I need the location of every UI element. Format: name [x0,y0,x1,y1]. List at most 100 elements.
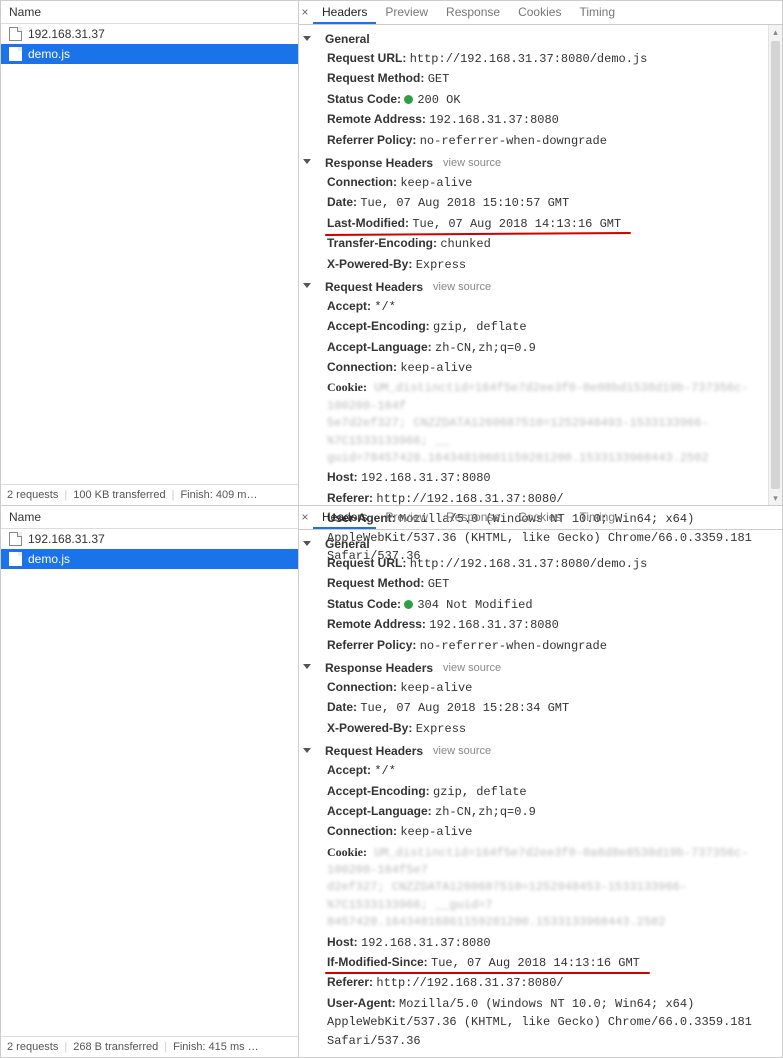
kv-accept-language: Accept-Language: zh-CN,zh;q=0.9 [299,802,782,822]
devtools-panel-top: Name 192.168.31.37 demo.js 2 requests| 1… [0,0,783,506]
kv-transfer-encoding: Transfer-Encoding: chunked [299,234,764,254]
vertical-scrollbar[interactable]: ▴ ▾ [768,25,782,505]
detail-pane: × Headers Preview Response Cookies Timin… [299,1,782,505]
disclosure-triangle-icon [303,664,311,669]
file-list: 192.168.31.37 demo.js [1,24,298,484]
disclosure-triangle-icon [303,748,311,753]
status-requests: 2 requests [7,489,58,501]
tab-preview[interactable]: Preview [376,1,437,24]
close-icon[interactable]: × [298,1,312,23]
disclosure-triangle-icon [303,283,311,288]
file-row-demojs[interactable]: demo.js [1,44,298,64]
kv-if-modified-since: If-Modified-Since: Tue, 07 Aug 2018 14:1… [299,953,782,973]
status-bar: 2 requests| 268 B transferred| Finish: 4… [1,1036,298,1057]
section-response-headers: Response Headersview source Connection: … [299,153,764,275]
js-file-icon [9,552,22,566]
file-name: 192.168.31.37 [28,27,105,41]
name-column-header[interactable]: Name [1,506,298,529]
kv-date: Date: Tue, 07 Aug 2018 15:28:34 GMT [299,698,782,718]
kv-cookie: Cookie: UM_distinctid=164f5e7d2ee3f0-0a6… [299,843,782,933]
view-source-link[interactable]: view source [433,745,491,757]
network-file-pane: Name 192.168.31.37 demo.js 2 requests| 1… [1,1,299,505]
tab-timing[interactable]: Timing [570,506,624,529]
kv-x-powered-by: X-Powered-By: Express [299,255,764,275]
file-row-host[interactable]: 192.168.31.37 [1,24,298,44]
detail-pane: × Headers Preview Response Cookies Timin… [299,506,782,1057]
document-icon [9,27,22,41]
kv-connection: Connection: keep-alive [299,678,782,698]
devtools-panel-bottom: Name 192.168.31.37 demo.js 2 requests| 2… [0,505,783,1058]
status-finish: Finish: 409 m… [180,489,257,501]
view-source-link[interactable]: view source [443,662,501,674]
tab-headers[interactable]: Headers [313,506,376,529]
kv-request-method: Request Method: GET [299,69,764,89]
js-file-icon [9,47,22,61]
kv-request-method: Request Method: GET [299,574,782,594]
section-title-request-headers[interactable]: Request Headersview source [299,741,782,761]
section-general: General Request URL: http://192.168.31.3… [299,534,782,656]
document-icon [9,532,22,546]
kv-referrer-policy: Referrer Policy: no-referrer-when-downgr… [299,131,764,151]
kv-connection: Connection: keep-alive [299,358,764,378]
status-transferred: 100 KB transferred [73,489,165,501]
kv-connection: Connection: keep-alive [299,822,782,842]
file-name: 192.168.31.37 [28,532,105,546]
kv-status-code: Status Code: 304 Not Modified [299,595,782,615]
kv-host: Host: 192.168.31.37:8080 [299,468,764,488]
file-row-demojs[interactable]: demo.js [1,549,298,569]
file-list: 192.168.31.37 demo.js [1,529,298,1036]
section-general: General Request URL: http://192.168.31.3… [299,29,764,151]
headers-body[interactable]: General Request URL: http://192.168.31.3… [299,530,782,1057]
kv-accept-language: Accept-Language: zh-CN,zh;q=0.9 [299,338,764,358]
kv-date: Date: Tue, 07 Aug 2018 15:10:57 GMT [299,193,764,213]
scroll-up-icon[interactable]: ▴ [769,25,782,39]
headers-body[interactable]: General Request URL: http://192.168.31.3… [299,25,782,572]
kv-status-code: Status Code: 200 OK [299,90,764,110]
kv-accept: Accept: */* [299,761,782,781]
name-column-header[interactable]: Name [1,1,298,24]
view-source-link[interactable]: view source [433,281,491,293]
kv-accept-encoding: Accept-Encoding: gzip, deflate [299,782,782,802]
tab-timing[interactable]: Timing [570,1,624,24]
status-finish: Finish: 415 ms … [173,1041,259,1053]
tab-response[interactable]: Response [437,1,509,24]
network-file-pane: Name 192.168.31.37 demo.js 2 requests| 2… [1,506,299,1057]
section-title-request-headers[interactable]: Request Headersview source [299,277,764,297]
scrollbar-thumb[interactable] [771,41,780,489]
tab-headers[interactable]: Headers [313,1,376,24]
kv-remote-address: Remote Address: 192.168.31.37:8080 [299,615,782,635]
disclosure-triangle-icon [303,159,311,164]
status-bar: 2 requests| 100 KB transferred| Finish: … [1,484,298,505]
section-request-headers: Request Headersview source Accept: */* A… [299,741,782,1051]
close-icon[interactable]: × [298,506,312,528]
scroll-down-icon[interactable]: ▾ [769,491,782,505]
kv-remote-address: Remote Address: 192.168.31.37:8080 [299,110,764,130]
status-dot-icon [404,600,413,609]
view-source-link[interactable]: view source [443,157,501,169]
kv-referrer-policy: Referrer Policy: no-referrer-when-downgr… [299,636,782,656]
kv-host: Host: 192.168.31.37:8080 [299,933,782,953]
kv-cookie: Cookie: UM_distinctid=164f5e7d2ee3f0-0e0… [299,378,764,468]
section-title-response-headers[interactable]: Response Headersview source [299,658,782,678]
kv-x-powered-by: X-Powered-By: Express [299,719,782,739]
tab-cookies[interactable]: Cookies [509,1,570,24]
tab-preview[interactable]: Preview [376,506,437,529]
section-title-general[interactable]: General [299,29,764,49]
tab-cookies[interactable]: Cookies [509,506,570,529]
file-name: demo.js [28,552,70,566]
section-title-general[interactable]: General [299,534,782,554]
disclosure-triangle-icon [303,541,311,546]
disclosure-triangle-icon [303,36,311,41]
status-requests: 2 requests [7,1041,58,1053]
kv-accept-encoding: Accept-Encoding: gzip, deflate [299,317,764,337]
kv-user-agent: User-Agent: Mozilla/5.0 (Windows NT 10.0… [299,994,782,1051]
kv-connection: Connection: keep-alive [299,173,764,193]
kv-request-url: Request URL: http://192.168.31.37:8080/d… [299,554,782,574]
file-name: demo.js [28,47,70,61]
file-row-host[interactable]: 192.168.31.37 [1,529,298,549]
tab-response[interactable]: Response [437,506,509,529]
detail-tabs: × Headers Preview Response Cookies Timin… [299,506,782,530]
kv-accept: Accept: */* [299,297,764,317]
status-transferred: 268 B transferred [73,1041,158,1053]
section-title-response-headers[interactable]: Response Headersview source [299,153,764,173]
